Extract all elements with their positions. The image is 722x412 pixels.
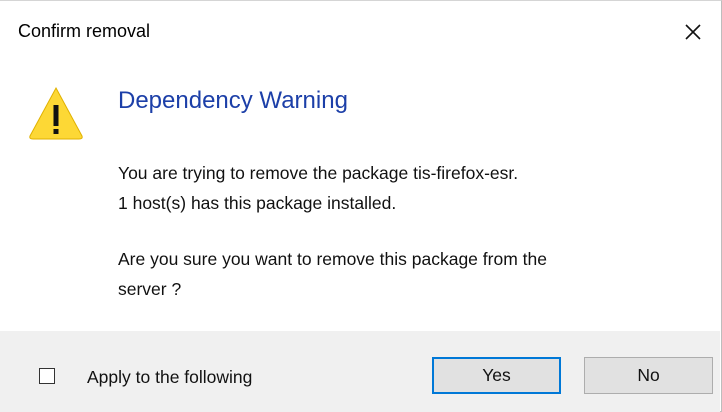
message-line-3: Are you sure you want to remove this pac… — [118, 249, 547, 269]
dialog-content: Dependency Warning You are trying to rem… — [0, 63, 720, 331]
warning-icon — [29, 86, 83, 140]
dialog-footer: Apply to the following Yes No — [0, 331, 720, 412]
apply-to-following-checkbox[interactable] — [39, 368, 55, 384]
message-line-4: server ? — [118, 279, 182, 299]
close-icon — [685, 24, 701, 40]
confirm-removal-dialog: Confirm removal Dependency Warning You a… — [0, 0, 722, 412]
title-bar: Confirm removal — [0, 1, 720, 63]
yes-button[interactable]: Yes — [432, 357, 561, 394]
no-button[interactable]: No — [584, 357, 713, 394]
dialog-heading: Dependency Warning — [118, 87, 348, 114]
window-title: Confirm removal — [18, 21, 151, 41]
message-line-2: 1 host(s) has this package installed. — [118, 193, 397, 213]
apply-to-following-label[interactable]: Apply to the following — [87, 367, 252, 388]
close-button[interactable] — [666, 1, 720, 63]
message-line-1: You are trying to remove the package tis… — [118, 163, 519, 183]
